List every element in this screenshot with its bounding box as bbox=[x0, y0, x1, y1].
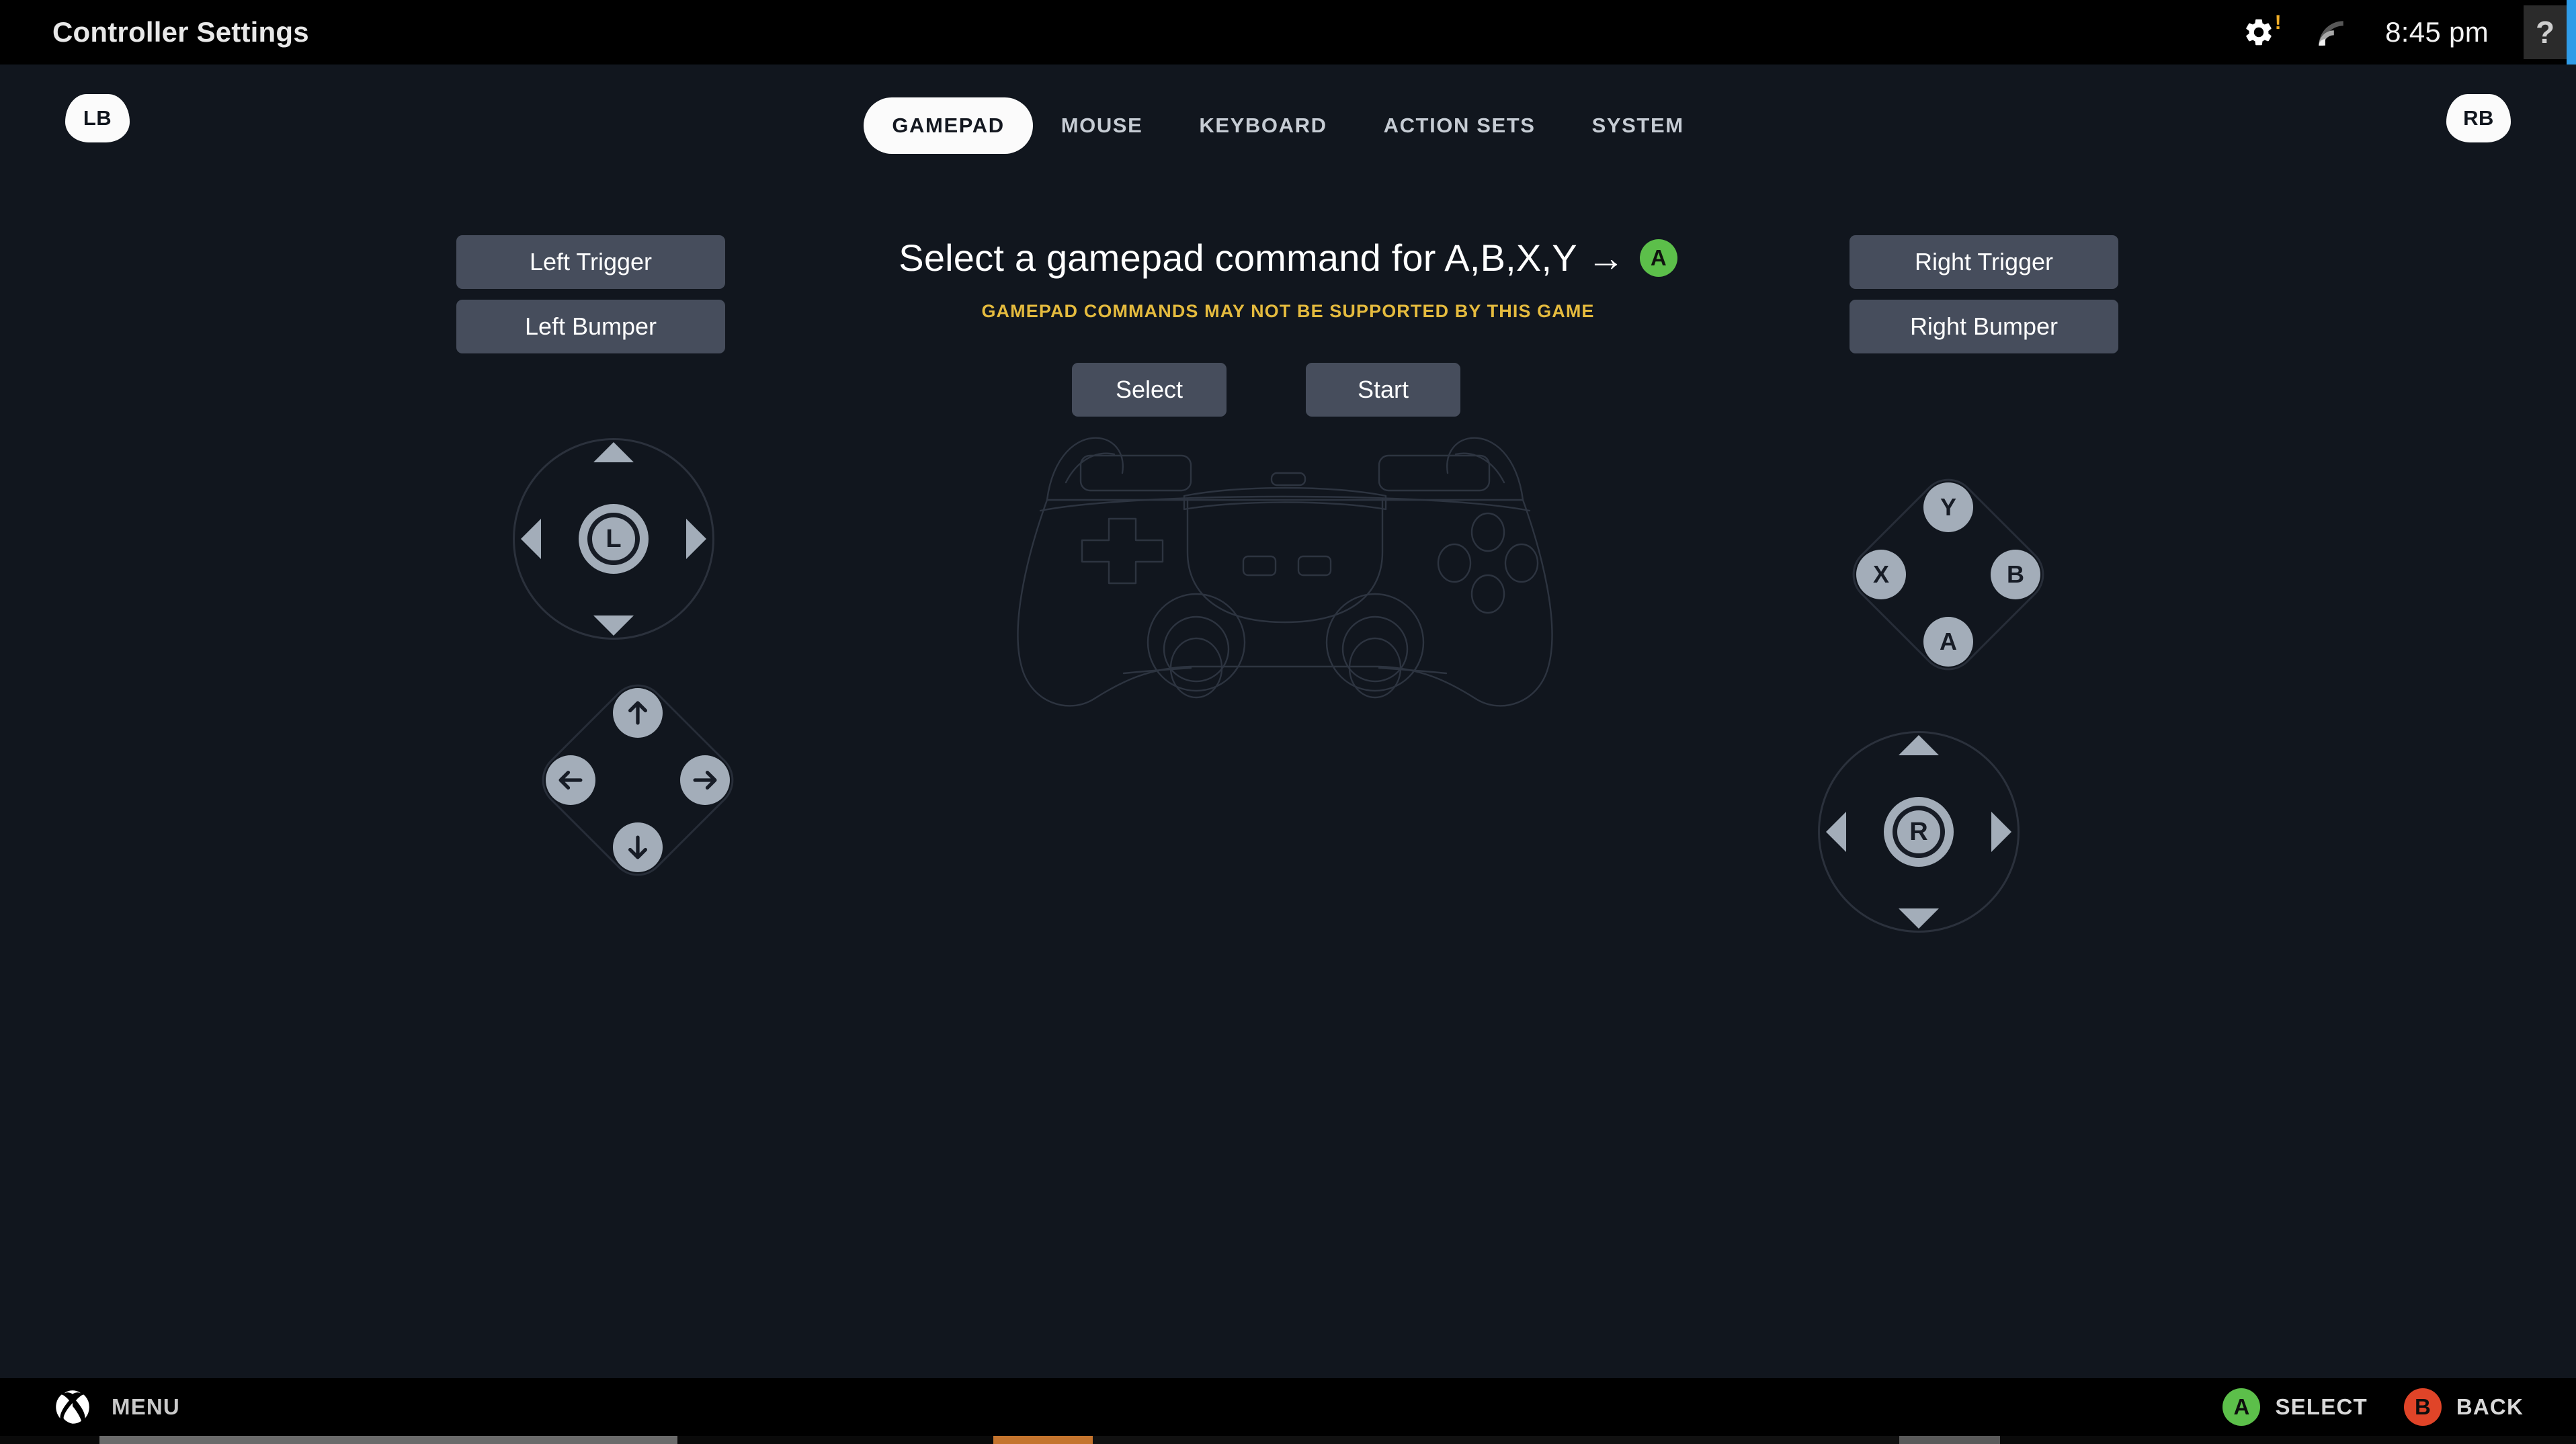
tab-action-sets[interactable]: ACTION SETS bbox=[1356, 97, 1564, 154]
select-button[interactable]: Select bbox=[1072, 363, 1227, 417]
taskbar-segment-4[interactable] bbox=[1093, 1436, 1899, 1444]
button-x[interactable]: X bbox=[1856, 550, 1906, 599]
right-bumper-button[interactable]: Right Bumper bbox=[1850, 300, 2118, 353]
taskbar-segment-2[interactable] bbox=[677, 1436, 993, 1444]
dpad-right-button[interactable] bbox=[680, 755, 730, 805]
left-stick-down-button[interactable] bbox=[593, 615, 634, 636]
tab-mouse[interactable]: MOUSE bbox=[1033, 97, 1171, 154]
taskbar-segment-3[interactable] bbox=[993, 1436, 1093, 1444]
tab-bar: GAMEPAD MOUSE KEYBOARD ACTION SETS SYSTE… bbox=[0, 97, 2576, 154]
main-content: LB RB GAMEPAD MOUSE KEYBOARD ACTION SETS… bbox=[0, 65, 2576, 1378]
gear-alert-badge: ! bbox=[2274, 11, 2282, 34]
prompt-target-badge: A bbox=[1639, 239, 1677, 277]
face-button-cluster: Y X B A bbox=[1841, 467, 2056, 682]
button-y[interactable]: Y bbox=[1923, 482, 1973, 532]
menu-label: MENU bbox=[112, 1394, 180, 1419]
menu-button[interactable]: MENU bbox=[52, 1387, 180, 1427]
arrow-left-icon bbox=[558, 771, 583, 790]
left-stick-click-button[interactable]: L bbox=[579, 504, 649, 574]
left-stick-label: L bbox=[587, 513, 640, 565]
prompt-heading-row: Select a gamepad command for A,B,X,Y → A bbox=[0, 236, 2576, 280]
left-stick-up-button[interactable] bbox=[593, 442, 634, 462]
right-stick-down-button[interactable] bbox=[1899, 908, 1939, 929]
arrow-up-icon bbox=[628, 701, 647, 725]
right-stick-click-button[interactable]: R bbox=[1884, 797, 1954, 867]
status-tray: ! 8:45 pm ? bbox=[2243, 0, 2576, 65]
tab-gamepad[interactable]: GAMEPAD bbox=[864, 97, 1033, 154]
xbox-logo-icon bbox=[56, 1390, 89, 1424]
dpad-up-button[interactable] bbox=[613, 688, 663, 738]
right-stick-label: R bbox=[1893, 806, 1945, 858]
dpad-left-button[interactable] bbox=[546, 755, 595, 805]
gear-icon[interactable]: ! bbox=[2243, 11, 2284, 53]
right-trigger-group: Right Trigger Right Bumper bbox=[1850, 235, 2118, 364]
left-stick-left-button[interactable] bbox=[521, 519, 541, 559]
taskbar-segment-5[interactable] bbox=[1899, 1436, 2000, 1444]
button-b[interactable]: B bbox=[1991, 550, 2040, 599]
controller-settings-screen: Controller Settings ! 8:45 pm ? L B R B GA… bbox=[0, 0, 2576, 1444]
button-a[interactable]: A bbox=[1923, 617, 1973, 667]
wifi-signal-icon[interactable] bbox=[2314, 15, 2348, 49]
prompt-heading: Select a gamepad command for A,B,X,Y → bbox=[899, 237, 1625, 279]
hint-back-label: BACK bbox=[2456, 1394, 2524, 1419]
clock: 8:45 pm bbox=[2385, 16, 2489, 48]
right-stick-right-button[interactable] bbox=[1991, 812, 2011, 852]
taskbar-segment-0[interactable] bbox=[0, 1436, 99, 1444]
accent-bar bbox=[2567, 0, 2576, 65]
hint-select-label: SELECT bbox=[2275, 1394, 2368, 1419]
left-trigger-group: Left Trigger Left Bumper bbox=[456, 235, 725, 364]
hint-select[interactable]: A SELECT bbox=[2222, 1388, 2367, 1426]
dpad-down-button[interactable] bbox=[613, 822, 663, 872]
right-stick-left-button[interactable] bbox=[1826, 812, 1846, 852]
left-stick-cluster: L bbox=[513, 438, 714, 640]
left-stick-right-button[interactable] bbox=[686, 519, 706, 559]
hint-back[interactable]: B BACK bbox=[2403, 1388, 2524, 1426]
page-title: Controller Settings bbox=[52, 16, 309, 48]
gamepad-outline-illustration bbox=[983, 421, 1587, 716]
right-stick-up-button[interactable] bbox=[1899, 735, 1939, 755]
tab-system[interactable]: SYSTEM bbox=[1564, 97, 1712, 154]
desktop-taskbar-sliver[interactable] bbox=[0, 1436, 2576, 1444]
right-stick-cluster: R bbox=[1818, 731, 2020, 933]
arrow-right-icon bbox=[693, 771, 717, 790]
hint-a-badge: A bbox=[2222, 1388, 2261, 1426]
dpad-cluster bbox=[530, 673, 745, 888]
tab-keyboard[interactable]: KEYBOARD bbox=[1171, 97, 1355, 154]
arrow-down-icon bbox=[628, 835, 647, 859]
bottom-action-bar: MENU A SELECT B BACK bbox=[0, 1378, 2576, 1436]
left-bumper-button[interactable]: Left Bumper bbox=[456, 300, 725, 353]
hint-b-badge: B bbox=[2403, 1388, 2442, 1426]
taskbar-segment-1[interactable] bbox=[99, 1436, 677, 1444]
system-button-group: Select Start bbox=[1072, 363, 1460, 417]
taskbar-segment-6[interactable] bbox=[2000, 1436, 2576, 1444]
top-header-bar: Controller Settings ! 8:45 pm ? bbox=[0, 0, 2576, 65]
gear-icon-glyph bbox=[2246, 19, 2272, 46]
warning-text: GAMEPAD COMMANDS MAY NOT BE SUPPORTED BY… bbox=[981, 301, 1595, 321]
right-trigger-button[interactable]: Right Trigger bbox=[1850, 235, 2118, 289]
help-button[interactable]: ? bbox=[2524, 5, 2567, 59]
button-hints: A SELECT B BACK bbox=[2222, 1388, 2524, 1426]
gamepad-outline-svg bbox=[1017, 437, 1553, 707]
start-button[interactable]: Start bbox=[1306, 363, 1460, 417]
left-trigger-button[interactable]: Left Trigger bbox=[456, 235, 725, 289]
